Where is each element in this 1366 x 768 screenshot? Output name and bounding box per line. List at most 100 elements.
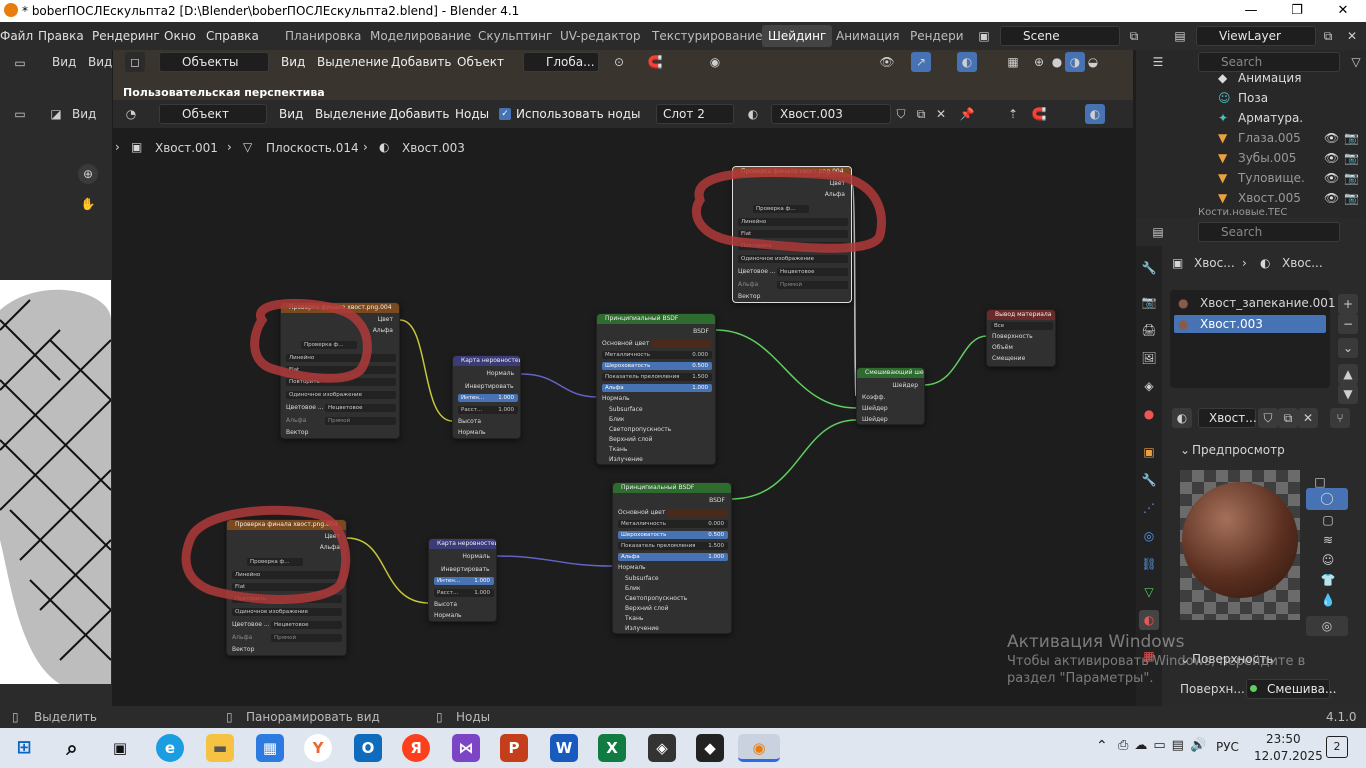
props-material-icon: ◐	[1260, 256, 1271, 270]
fake-user-icon[interactable]: ⛉	[1258, 408, 1278, 428]
outlook-icon[interactable]: O	[354, 734, 382, 762]
status-version: 4.1.0	[1326, 710, 1357, 724]
move-down-icon[interactable]: ▼	[1338, 384, 1358, 404]
camera-icon[interactable]: 📷	[1344, 148, 1359, 168]
activation-watermark: Активация Windows Чтобы активировать Win…	[1007, 632, 1305, 686]
search-icon[interactable]: ⌕	[58, 734, 86, 762]
properties-type-icon[interactable]: ▤	[1148, 222, 1168, 242]
outliner-row-eyes[interactable]: ▼ Глаза.005 👁 📷	[1136, 128, 1366, 148]
preview-cube-icon[interactable]: ▢	[1318, 510, 1338, 530]
outliner-row-animation[interactable]: ◆ Анимация	[1136, 68, 1366, 88]
modifier-icon: ▼	[1218, 191, 1228, 205]
unity-icon[interactable]: ◆	[696, 734, 724, 762]
outliner-label: Поза	[1238, 91, 1269, 105]
eye-icon[interactable]: 👁	[1324, 128, 1339, 148]
windows-start-icon[interactable]: ⊞	[10, 734, 38, 762]
preview-world-icon[interactable]: ◎	[1306, 616, 1348, 636]
properties-search[interactable]: Search	[1198, 222, 1340, 242]
particles-tab-icon[interactable]: ⋰	[1139, 498, 1159, 518]
constraints-tab-icon[interactable]: ⛓	[1139, 554, 1159, 574]
move-up-icon[interactable]: ▲	[1338, 364, 1358, 384]
node-link-icon[interactable]: ⑂	[1330, 408, 1350, 428]
chevron-down-icon[interactable]: ⌄	[1180, 443, 1190, 457]
material-slot-item-active[interactable]: ● Хвост.003	[1174, 315, 1326, 333]
outliner-label: Анимация	[1238, 71, 1302, 85]
blender-taskbar-icon[interactable]: ◉	[738, 734, 780, 762]
camera-icon[interactable]: 📷	[1344, 168, 1359, 188]
duplicate-icon[interactable]: ⧉	[1278, 408, 1298, 428]
preview-panel-title[interactable]: Предпросмотр	[1192, 443, 1285, 457]
physics-tab-icon[interactable]: ◎	[1139, 526, 1159, 546]
yandex-icon[interactable]: Я	[402, 734, 430, 762]
camera-icon[interactable]: 📷	[1344, 188, 1359, 208]
eye-icon[interactable]: 👁	[1324, 188, 1339, 208]
store-icon[interactable]: ▦	[256, 734, 284, 762]
chevron-up-icon[interactable]: ⌃	[1096, 738, 1108, 754]
tool-tab-icon[interactable]: 🔧	[1139, 258, 1159, 278]
yandex-browser-icon[interactable]: Y	[304, 734, 332, 762]
view-layer-tab-icon[interactable]: 🖼	[1139, 348, 1159, 368]
edge-icon[interactable]: e	[156, 734, 184, 762]
props-material-field[interactable]: Хвост...	[1198, 408, 1257, 428]
eye-icon[interactable]: 👁	[1324, 168, 1339, 188]
props-breadcrumb-1: Хвос...	[1194, 256, 1235, 270]
outliner-label: Кости.новые.TEC	[1198, 208, 1288, 218]
modifier-tab-icon[interactable]: 🔧	[1139, 470, 1159, 490]
remove-slot-icon[interactable]: −	[1338, 314, 1358, 334]
modifier-icon: ▼	[1218, 171, 1228, 185]
output-tab-icon[interactable]: 🖨	[1139, 320, 1159, 340]
render-tab-icon[interactable]: 📷	[1139, 292, 1159, 312]
excel-icon[interactable]: X	[598, 734, 626, 762]
slot-label: Хвост.003	[1200, 317, 1263, 331]
powerpoint-icon[interactable]: P	[500, 734, 528, 762]
data-tab-icon[interactable]: ▽	[1139, 582, 1159, 602]
world-tab-icon[interactable]: ●	[1139, 404, 1159, 424]
scene-tab-icon[interactable]: ◈	[1139, 376, 1159, 396]
status-bar: ▯ Выделить ▯ Панорамировать вид ▯ Ноды 4…	[0, 706, 1366, 728]
notification-icon[interactable]: 2	[1326, 736, 1348, 758]
add-slot-icon[interactable]: +	[1338, 294, 1358, 314]
watermark-title: Активация Windows	[1007, 632, 1185, 652]
pose-icon: ☺	[1218, 91, 1231, 105]
material-slot-item[interactable]: ● Хвост_запекание.001	[1174, 294, 1336, 312]
modifier-icon: ▼	[1218, 131, 1228, 145]
language-indicator[interactable]: РУС	[1216, 740, 1239, 754]
preview-sphere	[1182, 482, 1298, 598]
word-icon[interactable]: W	[550, 734, 578, 762]
file-explorer-icon[interactable]: ▬	[206, 734, 234, 762]
preview-monkey-icon[interactable]: ☺	[1318, 550, 1338, 570]
outliner-label: Арматура.	[1238, 111, 1304, 125]
task-view-icon[interactable]: ▣	[106, 734, 134, 762]
preview-hair-icon[interactable]: ≋	[1318, 530, 1338, 550]
browse-material-icon[interactable]: ◐	[1172, 408, 1192, 428]
outliner-row-body[interactable]: ▼ Туловище. 👁 📷	[1136, 168, 1366, 188]
modifier-icon: ▼	[1218, 151, 1228, 165]
mouse-middle-icon: ▯	[226, 710, 233, 724]
object-tab-icon[interactable]: ▣	[1139, 442, 1159, 462]
outliner-row-tail[interactable]: ▼ Хвост.005 👁 📷	[1136, 188, 1366, 208]
props-breadcrumb-2: Хвос...	[1282, 256, 1323, 270]
tray-icons[interactable]: ⎙☁▭▤🔊	[1118, 738, 1212, 753]
material-tab-icon[interactable]: ◐	[1139, 610, 1159, 630]
props-object-icon: ▣	[1172, 256, 1184, 270]
unity-hub-icon[interactable]: ◈	[648, 734, 676, 762]
slot-specials-icon[interactable]: ⌄	[1338, 338, 1358, 358]
preview-fluid-icon[interactable]: 💧	[1318, 590, 1338, 610]
clock-date[interactable]: 12.07.2025	[1254, 749, 1323, 763]
preview-cloth-icon[interactable]: 👕	[1318, 570, 1338, 590]
eye-icon[interactable]: 👁	[1324, 148, 1339, 168]
preview-sphere-icon[interactable]: ◯	[1306, 488, 1348, 510]
mouse-left-icon: ▯	[12, 710, 19, 724]
surface-shader-dot	[1250, 685, 1257, 692]
outliner-row-bones[interactable]: Кости.новые.TEC	[1136, 208, 1366, 218]
visual-studio-icon[interactable]: ⋈	[452, 734, 480, 762]
material-slot-list[interactable]: ● Хвост_запекание.001 ● Хвост.003	[1170, 290, 1336, 388]
outliner-row-armature[interactable]: ✦ Арматура.	[1136, 108, 1366, 128]
chevron-right-icon: ›	[1242, 256, 1247, 270]
clock-time[interactable]: 23:50	[1266, 732, 1301, 746]
camera-icon[interactable]: 📷	[1344, 128, 1359, 148]
outliner-row-teeth[interactable]: ▼ Зубы.005 👁 📷	[1136, 148, 1366, 168]
material-preview	[1180, 470, 1300, 620]
unlink-icon[interactable]: ✕	[1298, 408, 1318, 428]
outliner-row-pose[interactable]: ☺ Поза	[1136, 88, 1366, 108]
